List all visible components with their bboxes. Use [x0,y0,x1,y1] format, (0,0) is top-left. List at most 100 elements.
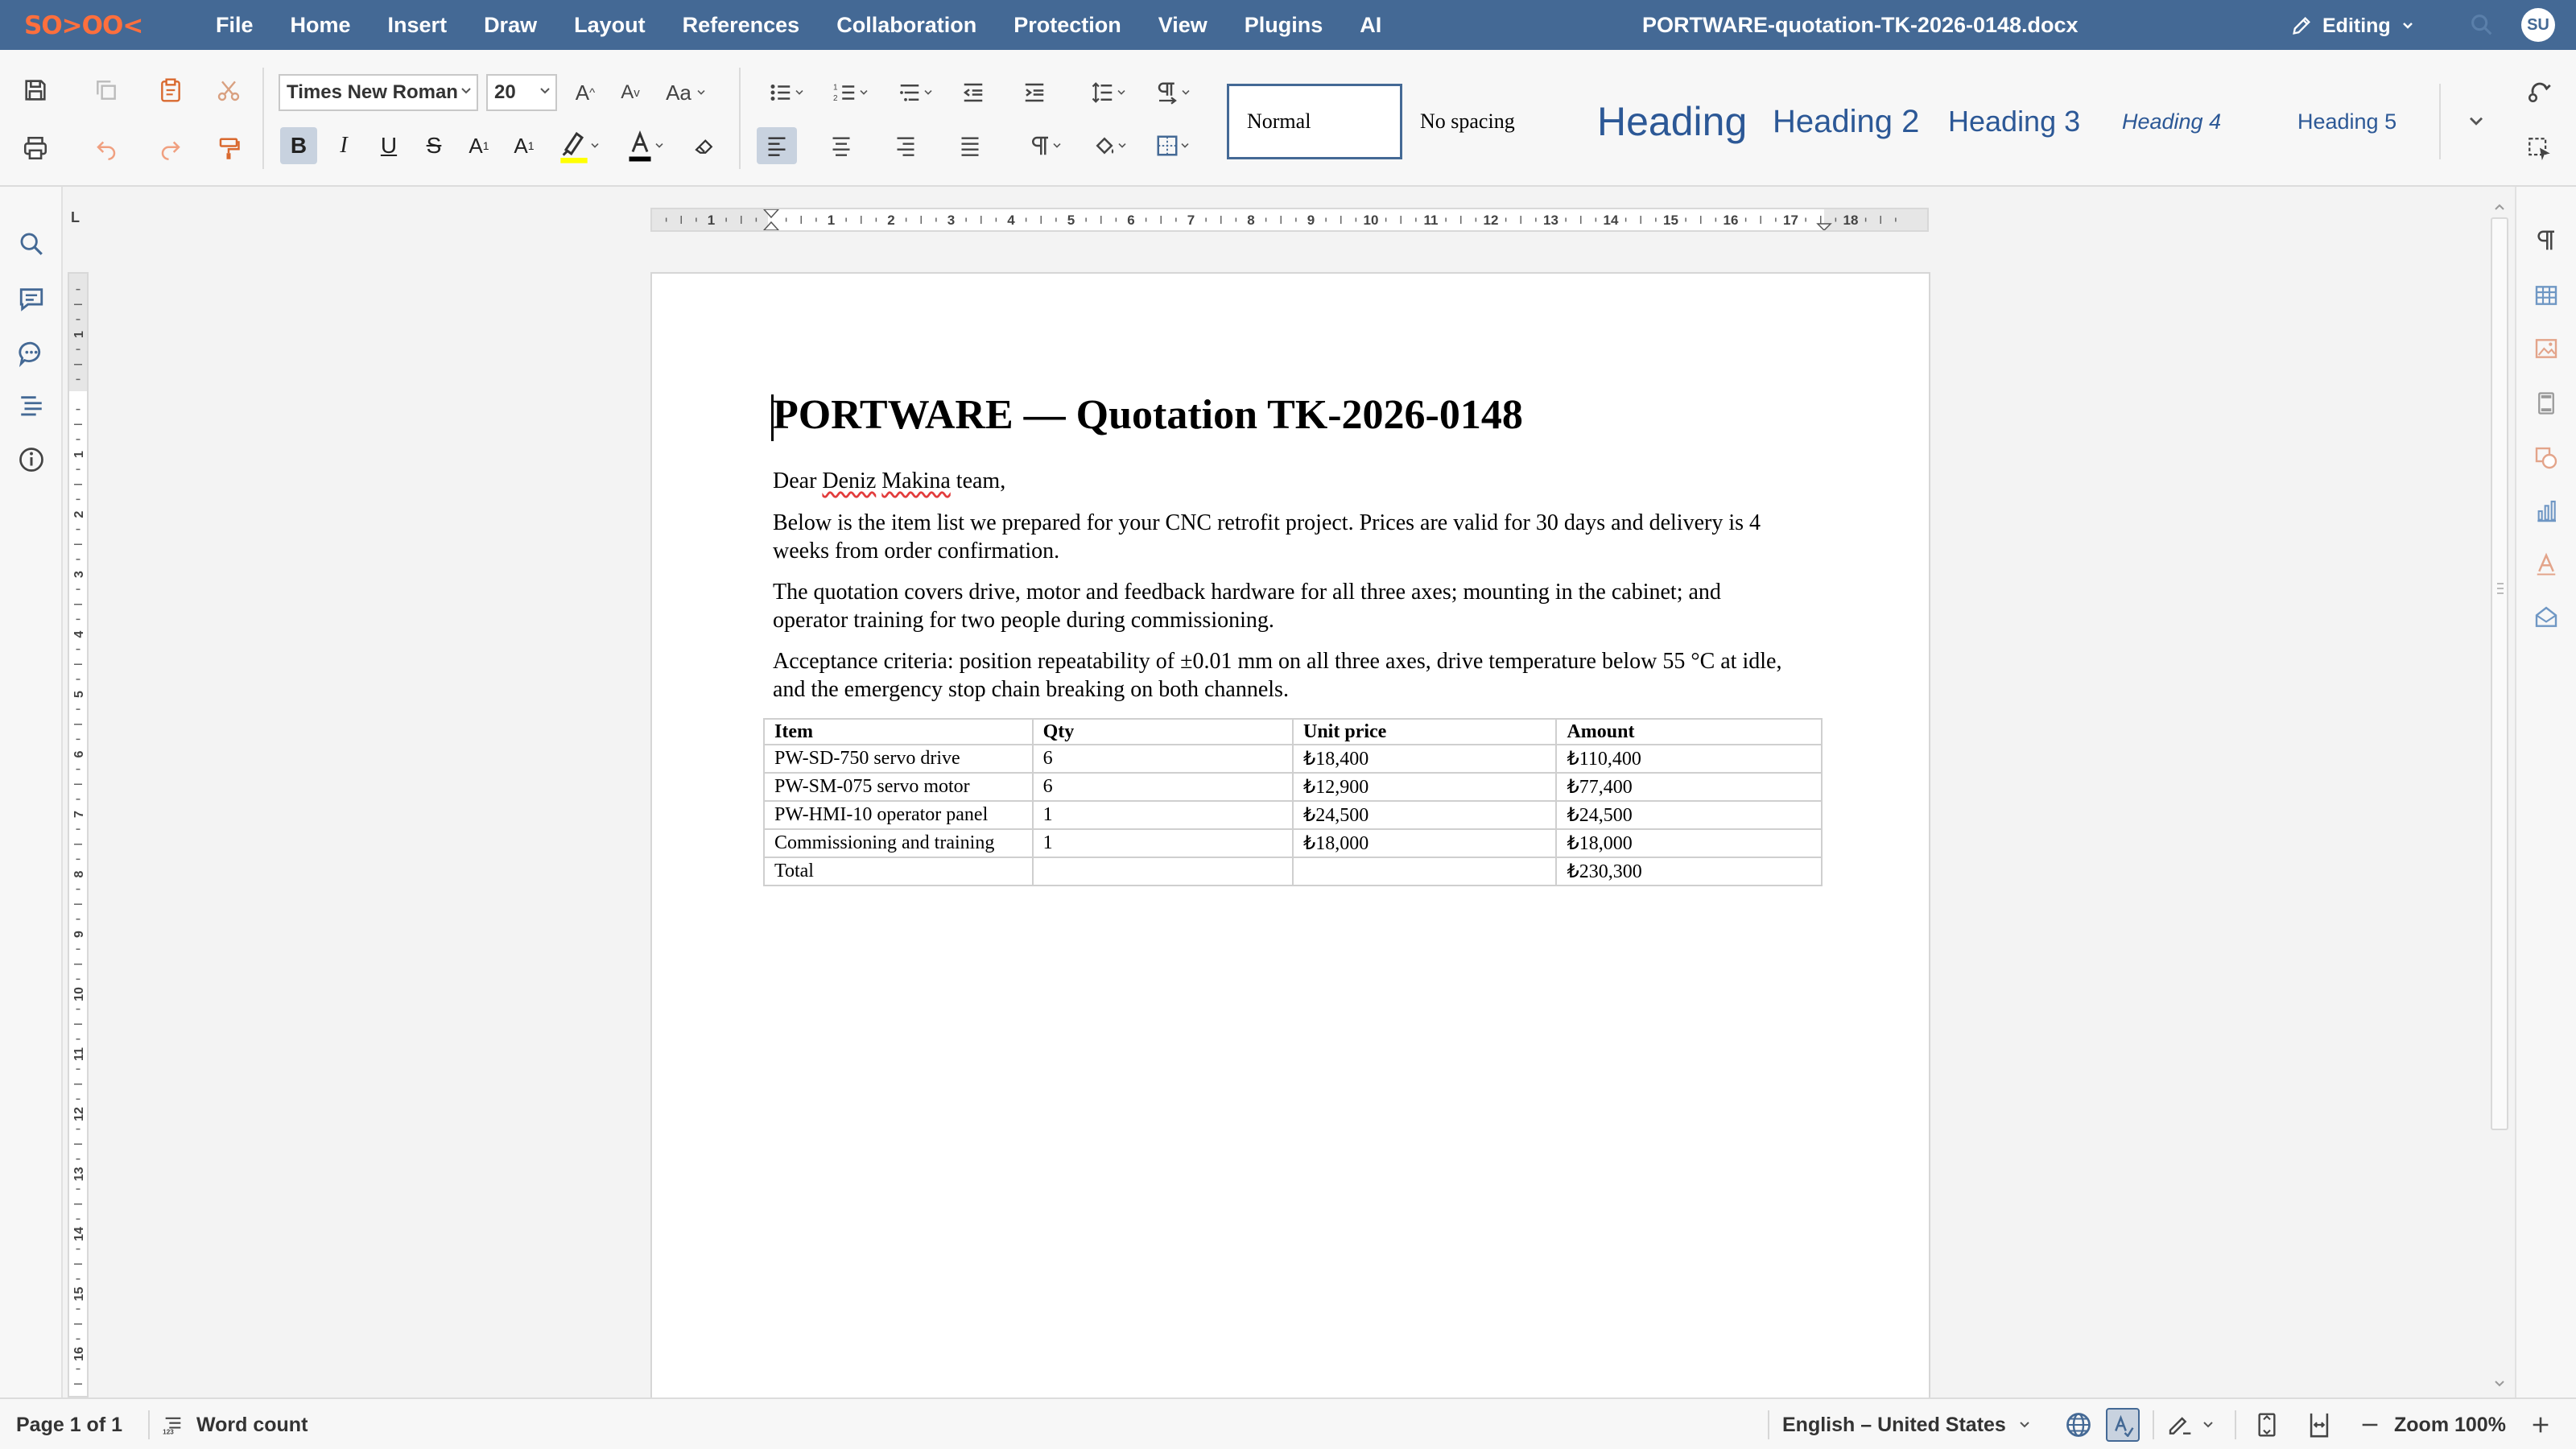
table-cell[interactable]: ₺24,500 [1291,800,1558,830]
style-heading-3[interactable]: Heading 3 [1930,84,2103,159]
paste-icon[interactable] [153,72,188,108]
undo-icon[interactable] [89,130,124,166]
bullet-list-button[interactable] [757,74,815,111]
print-icon[interactable] [18,130,53,166]
increase-indent-icon[interactable] [1016,74,1053,111]
font-size-select[interactable]: 20 [486,74,557,111]
vertical-ruler[interactable]: 1 1 2 3 4 5 6 7 8 9 10 11 12 13 14 15 16 [68,272,89,1397]
align-left-button[interactable] [757,127,797,164]
table-cell[interactable]: Commissioning and training [763,828,1034,858]
numbered-list-button[interactable]: 12 [821,74,879,111]
decrease-indent-icon[interactable] [955,74,992,111]
borders-button[interactable] [1143,127,1201,164]
zoom-out-button[interactable] [2359,1399,2381,1449]
track-changes-button[interactable] [2165,1399,2214,1449]
editing-mode-dropdown[interactable]: Editing [2290,10,2423,42]
table-cell[interactable]: ₺12,900 [1291,772,1558,802]
align-right-button[interactable] [886,127,926,164]
menu-insert[interactable]: Insert [388,13,448,38]
table-cell[interactable]: ₺18,400 [1291,744,1558,774]
nonprinting-characters-button[interactable] [1016,127,1074,164]
comments-icon[interactable] [14,282,48,316]
highlight-color-button[interactable] [551,126,607,166]
zoom-in-button[interactable] [2529,1399,2552,1449]
total-amount-cell[interactable]: ₺230,300 [1555,857,1823,886]
total-label-cell[interactable]: Total [763,857,1034,886]
search-icon[interactable] [2468,11,2496,39]
multilevel-list-button[interactable] [886,74,943,111]
info-icon[interactable] [14,443,48,477]
table-cell[interactable]: PW-SM-075 servo motor [763,772,1034,802]
document-page[interactable]: PORTWARE — Quotation TK-2026-0148 Dear D… [650,272,1930,1399]
format-painter-icon[interactable] [211,130,246,166]
chart-settings-icon[interactable] [2528,493,2565,530]
menu-references[interactable]: References [683,13,800,38]
scrollbar-thumb[interactable] [2491,217,2508,1130]
styles-more-button[interactable] [2439,84,2512,159]
chat-icon[interactable] [14,336,48,370]
word-count-button[interactable]: 123 Word count [161,1399,308,1449]
table-cell[interactable]: ₺18,000 [1291,828,1558,858]
cut-icon[interactable] [211,72,246,108]
table-cell[interactable]: ₺24,500 [1555,800,1823,830]
table-cell[interactable] [1031,857,1294,886]
menu-ai[interactable]: AI [1360,13,1381,38]
strikethrough-button[interactable]: S [415,127,452,164]
misspelled-word[interactable]: Deniz [822,469,876,493]
tab-stop-selector[interactable]: L [71,209,89,227]
table-settings-icon[interactable] [2528,277,2565,314]
fit-to-page-icon[interactable] [2254,1399,2280,1449]
style-heading-1[interactable]: Heading 1 [1579,84,1752,159]
search-icon[interactable] [14,227,48,261]
header-footer-icon[interactable] [2528,385,2565,422]
table-cell[interactable]: 6 [1031,744,1294,774]
horizontal-ruler[interactable]: 1 1 2 3 4 5 6 7 8 9 10 11 12 13 14 15 16 17 18 [650,208,1929,232]
clear-formatting-icon[interactable] [686,127,723,164]
table-cell[interactable]: 6 [1031,772,1294,802]
paragraph-direction-button[interactable] [1143,74,1201,111]
scroll-down-icon[interactable] [2494,1380,2505,1388]
vertical-scrollbar[interactable] [2487,200,2512,1397]
style-heading-2[interactable]: Heading 2 [1755,84,1927,159]
quotation-table[interactable]: Item Qty Unit price Amount PW-SD-750 ser… [763,718,1823,886]
table-cell[interactable]: ₺18,000 [1555,828,1823,858]
line-spacing-button[interactable] [1079,74,1137,111]
menu-draw[interactable]: Draw [484,13,537,38]
fit-to-width-icon[interactable] [2306,1399,2333,1449]
menu-view[interactable]: View [1158,13,1208,38]
shading-button[interactable] [1080,127,1138,164]
decrease-font-icon[interactable]: Av [612,74,649,111]
justify-button[interactable] [950,127,990,164]
style-heading-4[interactable]: Heading 4 [2104,84,2277,159]
font-name-select[interactable]: Times New Roman [279,74,478,111]
menu-home[interactable]: Home [291,13,351,38]
table-cell[interactable]: ₺110,400 [1555,744,1823,774]
underline-button[interactable]: U [370,127,407,164]
spell-check-toggle[interactable] [2106,1399,2140,1449]
document-language-icon[interactable] [2064,1399,2093,1449]
menu-protection[interactable]: Protection [1013,13,1121,38]
menu-layout[interactable]: Layout [574,13,646,38]
italic-button[interactable]: I [325,127,362,164]
change-case-icon[interactable]: Aa [660,74,712,111]
menu-file[interactable]: File [216,13,254,38]
language-select[interactable]: English – United States [1782,1399,2030,1449]
save-icon[interactable] [18,72,53,108]
menu-collaboration[interactable]: Collaboration [836,13,976,38]
increase-font-icon[interactable]: A ^ [567,74,604,111]
menu-plugins[interactable]: Plugins [1245,13,1323,38]
page-indicator[interactable]: Page 1 of 1 [16,1399,122,1449]
scroll-up-icon[interactable] [2494,203,2505,211]
misspelled-word[interactable]: Makina [881,469,951,493]
zoom-level[interactable]: Zoom 100% [2394,1399,2506,1449]
superscript-button[interactable]: A1 [460,127,497,164]
table-cell[interactable]: PW-SD-750 servo drive [763,744,1034,774]
redo-icon[interactable] [153,130,188,166]
align-center-button[interactable] [821,127,861,164]
navigation-icon[interactable] [14,390,48,423]
copy-icon[interactable] [89,72,124,108]
subscript-button[interactable]: A1 [506,127,543,164]
image-settings-icon[interactable] [2528,330,2565,367]
replace-icon[interactable] [2521,72,2558,109]
style-no-spacing[interactable]: No spacing [1402,84,1576,159]
